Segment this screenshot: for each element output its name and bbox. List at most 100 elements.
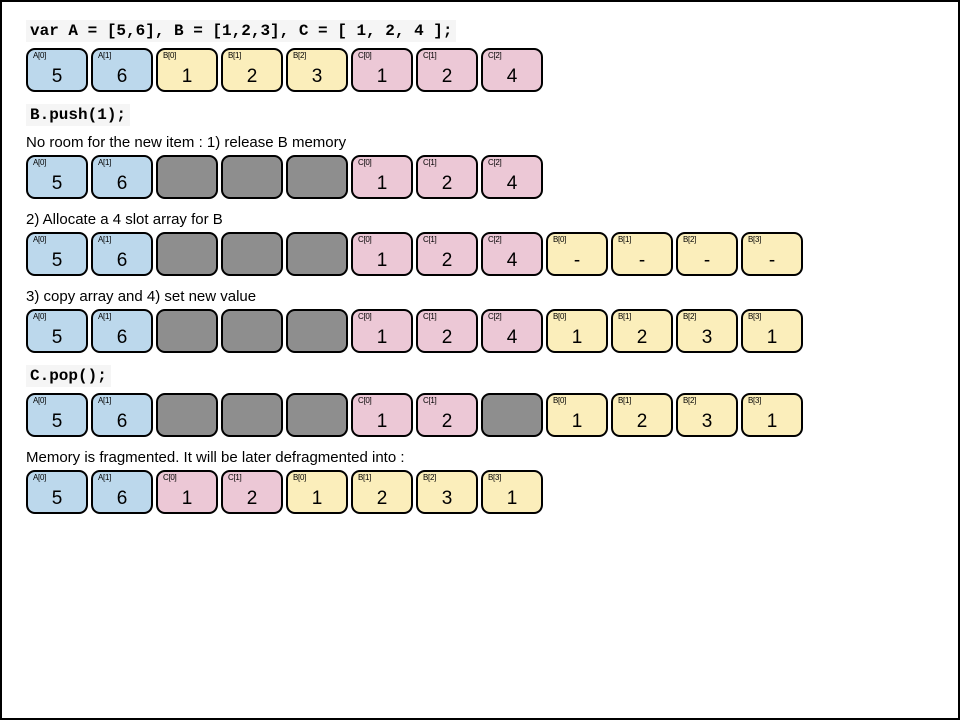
memory-cell-B0: B[0]1: [286, 470, 348, 514]
cell-value: 6: [117, 67, 128, 86]
memory-cell-A1: A[1] 6: [91, 48, 153, 92]
code-push: B.push(1);: [26, 104, 130, 126]
memory-cell-B1: B[1]2: [611, 309, 673, 353]
memory-row-1: A[0]5A[1]6B[0]1B[1]2B[2]3C[0]1C[1]2C[2]4: [26, 48, 934, 92]
memory-row-3: A[0]5A[1]6C[0]1C[1]2C[2]4B[0]-B[1]-B[2]-…: [26, 232, 934, 276]
memory-cell-A0: A[0]5: [26, 309, 88, 353]
memory-cell-B0: B[0]-: [546, 232, 608, 276]
cell-label: B[2]: [293, 51, 306, 60]
cell-label: C[1]: [423, 235, 436, 244]
memory-cell-free: [156, 232, 218, 276]
cell-label: B[2]: [683, 396, 696, 405]
cell-label: A[0]: [33, 51, 46, 60]
cell-label: A[1]: [98, 51, 111, 60]
cell-label: A[1]: [98, 312, 111, 321]
memory-cell-C0: C[0]1: [351, 309, 413, 353]
cell-value: 4: [507, 251, 518, 270]
cell-value: 5: [52, 489, 63, 508]
cell-label: C[1]: [423, 158, 436, 167]
cell-label: A[1]: [98, 158, 111, 167]
cell-label: B[0]: [553, 235, 566, 244]
caption-noroom: No room for the new item : 1) release B …: [26, 134, 934, 151]
cell-value: 4: [507, 67, 518, 86]
memory-cell-B1: B[1]-: [611, 232, 673, 276]
memory-cell-A0: A[0] 5: [26, 48, 88, 92]
cell-value: 2: [442, 174, 453, 193]
cell-value: 3: [702, 328, 713, 347]
cell-label: B[0]: [553, 396, 566, 405]
cell-value: 5: [52, 412, 63, 431]
cell-label: A[0]: [33, 396, 46, 405]
cell-label: B[3]: [488, 473, 501, 482]
memory-cell-B0: B[0]1: [546, 393, 608, 437]
cell-label: B[2]: [683, 312, 696, 321]
memory-row-4: A[0]5A[1]6C[0]1C[1]2C[2]4B[0]1B[1]2B[2]3…: [26, 309, 934, 353]
memory-cell-B2: B[2] 3: [676, 309, 738, 353]
cell-value: 6: [117, 328, 128, 347]
cell-value: 1: [182, 489, 193, 508]
cell-label: B[2]: [423, 473, 436, 482]
memory-row-5: A[0]5A[1]6C[0]1C[1]2B[0]1B[1]2B[2]3B[3]1: [26, 393, 934, 437]
memory-cell-C0: C[0]1: [156, 470, 218, 514]
cell-label: A[0]: [33, 158, 46, 167]
cell-label: C[0]: [358, 158, 371, 167]
memory-cell-C0: C[0] 1: [351, 155, 413, 199]
caption-frag: Memory is fragmented. It will be later d…: [26, 449, 934, 466]
memory-cell-C2: C[2]4: [481, 232, 543, 276]
memory-cell-free: [156, 155, 218, 199]
cell-value: 1: [377, 412, 388, 431]
memory-row-6: A[0]5A[1]6C[0]1C[1]2B[0]1B[1]2B[2]3B[3]1: [26, 470, 934, 514]
memory-cell-free: [286, 155, 348, 199]
memory-cell-B0: B[0]1: [156, 48, 218, 92]
cell-label: C[0]: [358, 235, 371, 244]
cell-label: B[0]: [553, 312, 566, 321]
cell-value: -: [769, 251, 775, 270]
cell-value: 1: [377, 174, 388, 193]
cell-value: 2: [247, 67, 258, 86]
cell-label: A[0]: [33, 473, 46, 482]
cell-label: B[3]: [748, 235, 761, 244]
memory-cell-free: [156, 393, 218, 437]
cell-label: B[1]: [618, 235, 631, 244]
cell-value: 3: [312, 67, 323, 86]
memory-cell-C0: C[0]1: [351, 393, 413, 437]
cell-label: A[1]: [98, 473, 111, 482]
cell-label: B[1]: [358, 473, 371, 482]
cell-value: 4: [507, 328, 518, 347]
memory-cell-A1: A[1] 6: [91, 470, 153, 514]
cell-label: C[1]: [423, 51, 436, 60]
memory-cell-free: [286, 232, 348, 276]
cell-value: 2: [637, 328, 648, 347]
cell-value: 1: [572, 328, 583, 347]
memory-cell-B3: B[3]1: [741, 393, 803, 437]
cell-value: 1: [377, 251, 388, 270]
cell-value: 1: [767, 412, 778, 431]
memory-cell-free: [221, 155, 283, 199]
memory-cell-C1: C[1]2: [416, 48, 478, 92]
cell-value: 2: [442, 328, 453, 347]
memory-cell-free: [221, 232, 283, 276]
memory-cell-C0: C[0]1: [351, 48, 413, 92]
cell-label: B[1]: [618, 396, 631, 405]
cell-value: -: [639, 251, 645, 270]
memory-cell-free: [221, 393, 283, 437]
memory-cell-C1: C[1] 2: [416, 232, 478, 276]
cell-value: 2: [442, 251, 453, 270]
section-declaration: var A = [5,6], B = [1,2,3], C = [ 1, 2, …: [26, 20, 934, 92]
cell-value: -: [574, 251, 580, 270]
cell-value: 6: [117, 489, 128, 508]
memory-cell-B3: B[3]1: [741, 309, 803, 353]
cell-label: A[1]: [98, 396, 111, 405]
memory-cell-C1: C[1] 2: [416, 155, 478, 199]
cell-value: 5: [52, 174, 63, 193]
cell-value: 6: [117, 251, 128, 270]
memory-cell-A1: A[1]6: [91, 232, 153, 276]
cell-label: A[0]: [33, 312, 46, 321]
memory-cell-free: [286, 309, 348, 353]
cell-label: C[1]: [423, 312, 436, 321]
cell-label: C[1]: [228, 473, 241, 482]
cell-value: 1: [312, 489, 323, 508]
cell-value: 5: [52, 67, 63, 86]
memory-cell-A0: A[0]5: [26, 232, 88, 276]
memory-cell-C1: C[1]2: [221, 470, 283, 514]
